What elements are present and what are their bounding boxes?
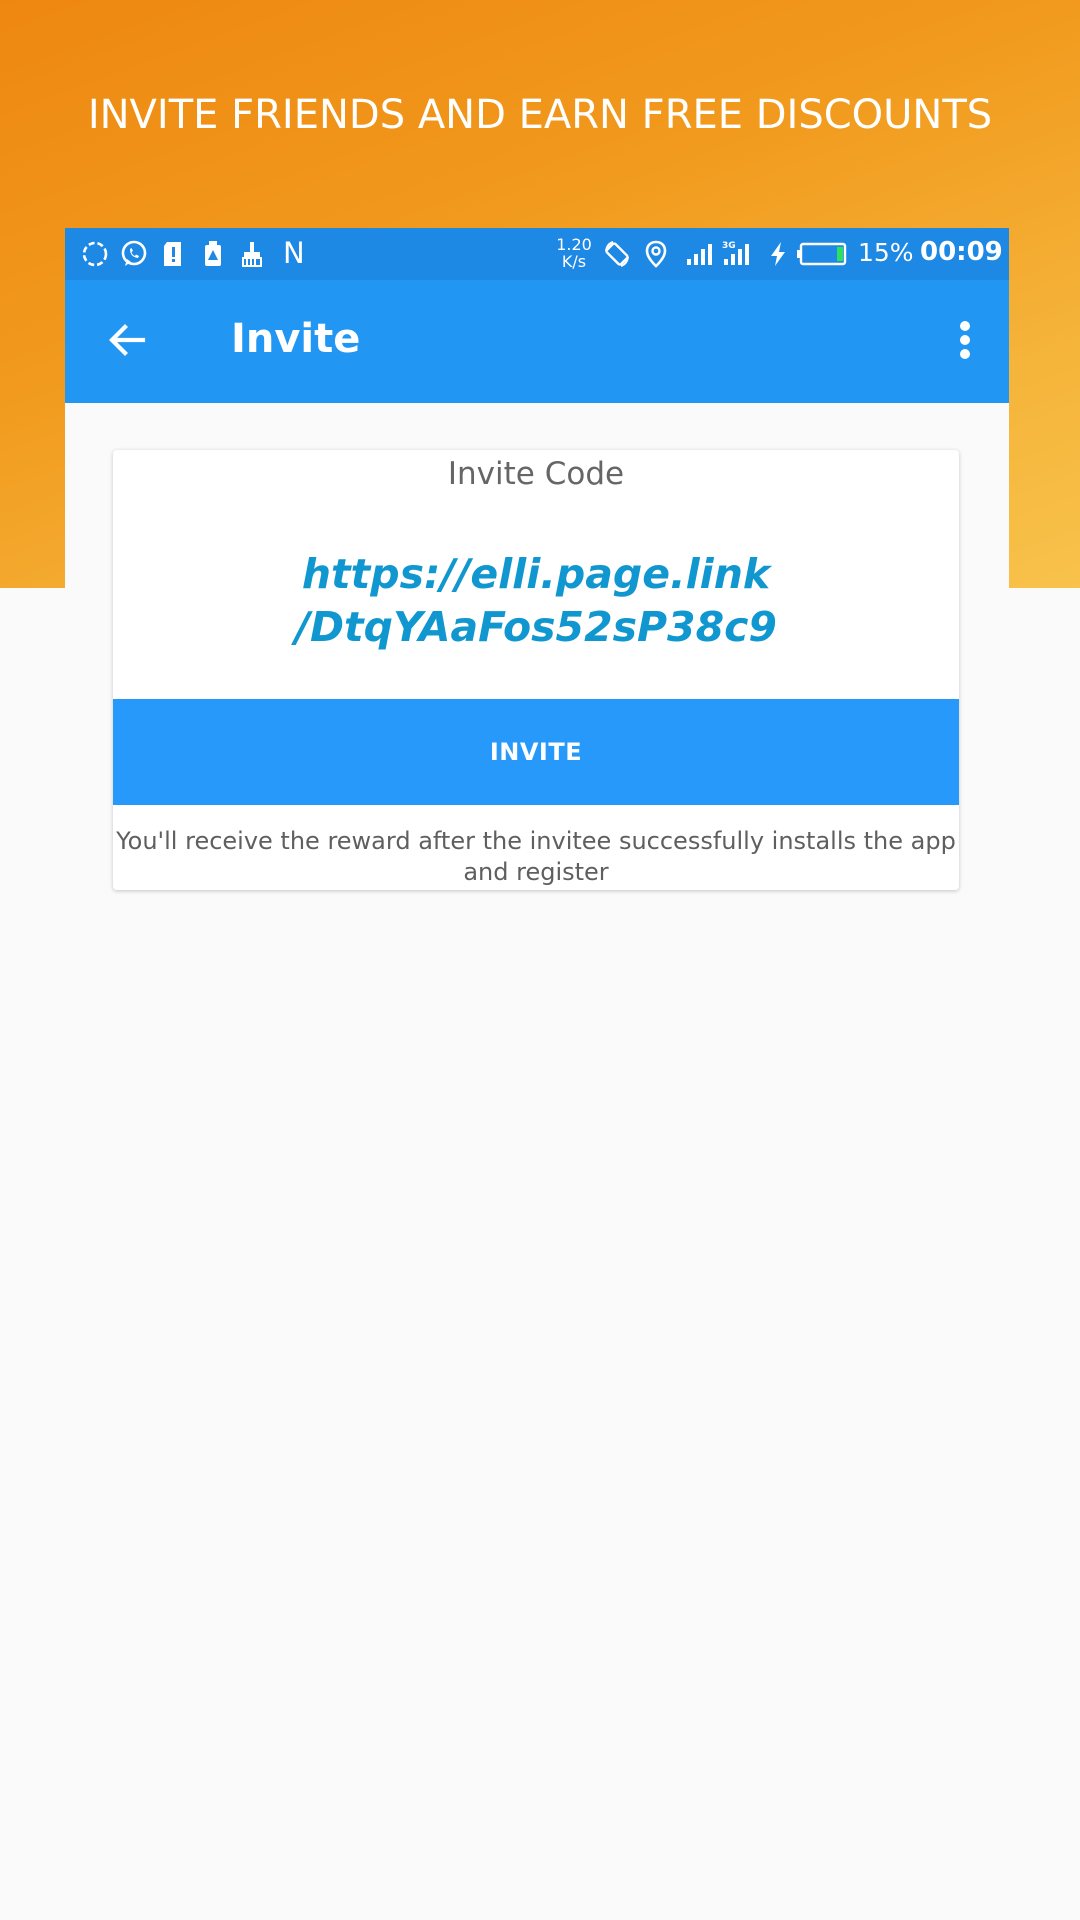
network-speed-value: 1.20 (556, 235, 592, 254)
whatsapp-icon (118, 238, 150, 270)
back-button[interactable] (95, 308, 159, 372)
invite-link-line-2: /DtqYAaFos52sP38c9 (295, 603, 777, 651)
invite-code-label: Invite Code (447, 456, 625, 492)
sync-icon (79, 238, 111, 270)
invite-button[interactable]: INVITE (113, 699, 959, 805)
n-notification-icon: N (283, 236, 305, 270)
status-bar: N 1.20 K/s 3G 15% 00:09 (65, 228, 1009, 280)
charging-icon (762, 238, 794, 270)
overflow-menu-button[interactable] (945, 308, 985, 372)
arrow-back-icon (109, 324, 146, 356)
invite-link-line-1: https://elli.page.link (301, 550, 771, 598)
promo-headline: INVITE FRIENDS AND EARN FREE DISCOUNTS (87, 92, 993, 138)
cleaner-brush-icon (236, 238, 268, 270)
auto-rotate-icon (601, 238, 633, 270)
signal-3g-icon: 3G (721, 238, 753, 270)
signal-icon (684, 238, 716, 270)
reward-note-line-1: You'll receive the reward after the invi… (116, 827, 956, 855)
battery-icon (797, 238, 849, 270)
invite-card: Invite Code https://elli.page.link /DtqY… (113, 450, 959, 890)
network-speed: 1.20 K/s (549, 236, 599, 270)
invite-link[interactable]: https://elli.page.link /DtqYAaFos52sP38c… (113, 548, 959, 654)
network-type-label: 3G (722, 241, 736, 251)
storage-alert-icon (197, 238, 229, 270)
battery-percent: 15% (858, 238, 914, 267)
network-speed-unit: K/s (561, 252, 587, 271)
more-vertical-icon (960, 321, 970, 359)
phone-screen: N 1.20 K/s 3G 15% 00:09 Invite Invite Co… (65, 228, 1009, 1920)
clock-time: 00:09 (920, 237, 1003, 267)
sd-card-alert-icon (157, 238, 189, 270)
page-title: Invite (231, 316, 361, 362)
reward-note: You'll receive the reward after the invi… (113, 826, 959, 888)
reward-note-line-2: and register (463, 858, 609, 886)
app-bar: Invite (65, 280, 1009, 403)
location-icon (640, 238, 672, 270)
